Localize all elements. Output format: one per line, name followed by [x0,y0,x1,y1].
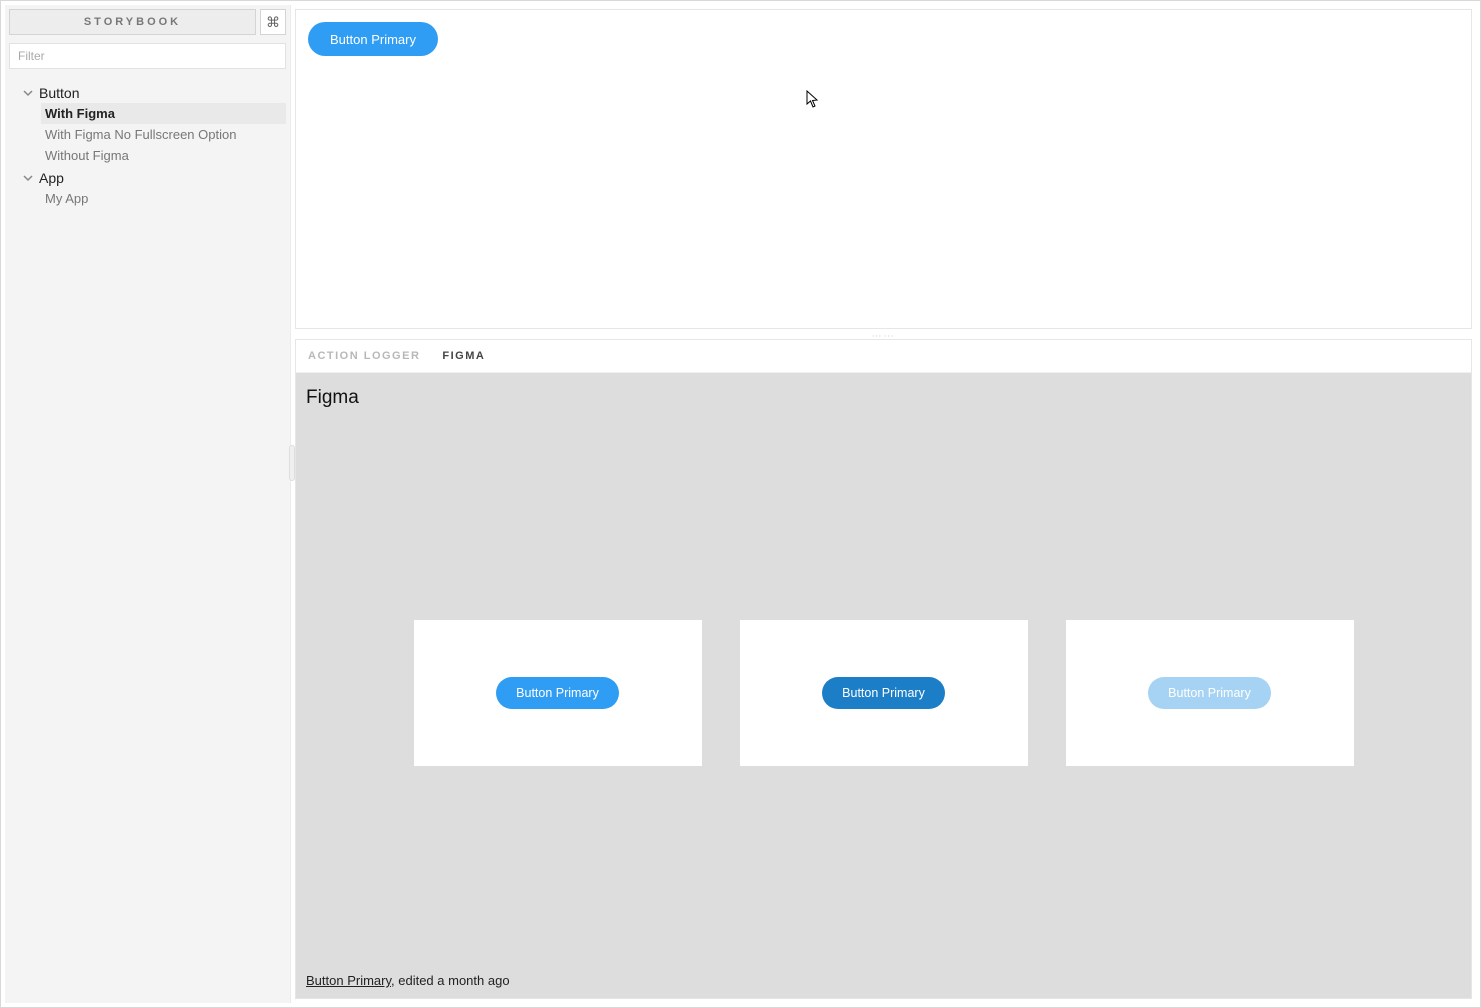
nav-group-label: App [39,170,64,186]
app-frame: STORYBOOK ⌘ Button With Figma With Figma… [0,0,1481,1008]
preview-pane: Button Primary [295,9,1472,329]
nav-group-button: Button With Figma With Figma No Fullscre… [9,83,286,166]
nav-items-button: With Figma With Figma No Fullscreen Opti… [9,103,286,166]
nav-group-header-app[interactable]: App [9,168,286,188]
nav-item-my-app[interactable]: My App [41,188,286,209]
nav-item-without-figma[interactable]: Without Figma [41,145,286,166]
nav-item-with-figma-no-fullscreen[interactable]: With Figma No Fullscreen Option [41,124,286,145]
figma-button-primary-normal: Button Primary [496,677,619,709]
figma-canvas[interactable]: Figma Button Primary Button Primary Butt… [296,373,1471,998]
chevron-down-icon [23,173,33,183]
tab-figma[interactable]: FIGMA [442,350,485,362]
nav-group-app: App My App [9,168,286,209]
figma-edited-label: , edited a month ago [391,973,510,988]
addons-panel: ACTION LOGGER FIGMA Figma Button Primary… [295,339,1472,999]
shortcuts-button[interactable]: ⌘ [260,9,286,35]
nav-item-with-figma[interactable]: With Figma [41,103,286,124]
panel-tabs: ACTION LOGGER FIGMA [296,340,1471,373]
main: Button Primary ⋯⋯ ACTION LOGGER FIGMA Fi… [291,5,1476,1003]
nav-items-app: My App [9,188,286,209]
chevron-down-icon [23,88,33,98]
button-primary[interactable]: Button Primary [308,22,438,56]
cursor-icon [806,90,820,113]
figma-title: Figma [306,387,1461,409]
figma-artboards: Button Primary Button Primary Button Pri… [306,419,1461,967]
command-icon: ⌘ [266,14,280,31]
nav-group-label: Button [39,85,79,101]
tab-action-logger[interactable]: ACTION LOGGER [308,350,420,362]
sidebar-resize-handle[interactable] [289,445,295,481]
figma-artboard[interactable]: Button Primary [1066,620,1354,766]
sidebar-title[interactable]: STORYBOOK [9,9,256,35]
figma-artboard[interactable]: Button Primary [414,620,702,766]
nav-group-header-button[interactable]: Button [9,83,286,103]
figma-button-primary-hover: Button Primary [822,677,945,709]
figma-footer: Button Primary, edited a month ago [306,967,1461,988]
figma-artboard[interactable]: Button Primary [740,620,1028,766]
sidebar: STORYBOOK ⌘ Button With Figma With Figma… [5,5,291,1003]
figma-button-primary-disabled: Button Primary [1148,677,1271,709]
figma-document-link[interactable]: Button Primary [306,973,391,988]
filter-input[interactable] [9,43,286,69]
sidebar-header: STORYBOOK ⌘ [9,9,286,35]
